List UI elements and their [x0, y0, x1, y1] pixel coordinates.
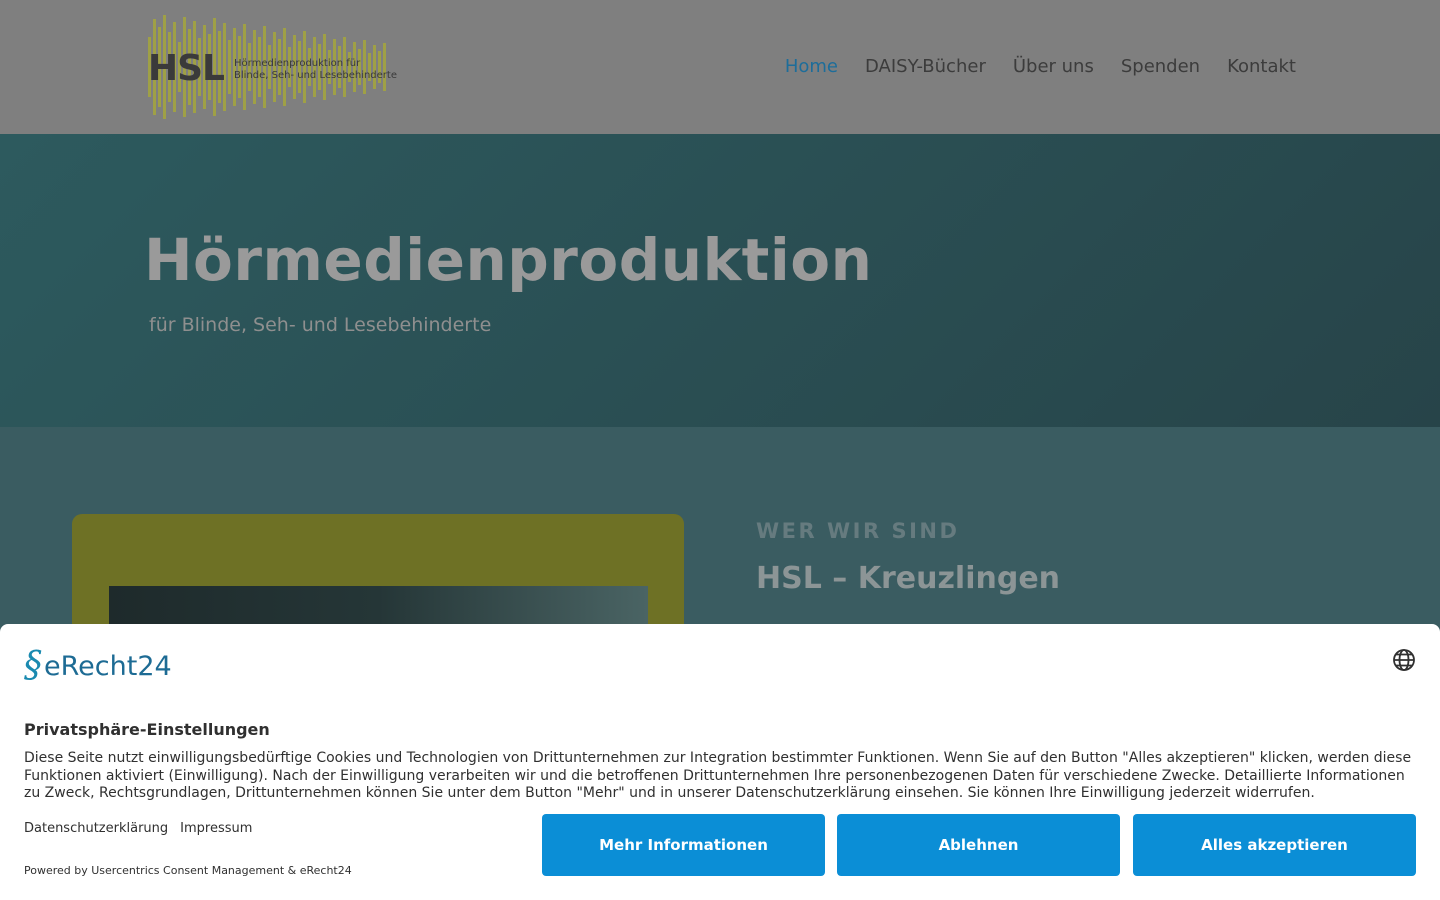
- nav-item-kontakt[interactable]: Kontakt: [1227, 56, 1296, 77]
- nav-item-home[interactable]: Home: [785, 56, 838, 77]
- consent-title: Privatsphäre-Einstellungen: [24, 720, 270, 739]
- erecht24-brand: § eRecht24: [24, 648, 172, 684]
- cookie-consent-banner: § eRecht24 Privatsphäre-Einstellungen Di…: [0, 624, 1440, 900]
- hsl-logo[interactable]: HSL Hörmedienproduktion für Blinde, Seh-…: [148, 14, 398, 120]
- consent-text: Diese Seite nutzt einwilligungsbedürftig…: [24, 750, 1412, 801]
- nav-item-ueber-uns[interactable]: Über uns: [1013, 56, 1094, 77]
- erecht24-brand-name: eRecht24: [44, 650, 172, 682]
- more-info-button[interactable]: Mehr Informationen: [542, 814, 825, 876]
- nav-item-daisy-buecher[interactable]: DAISY-Bücher: [865, 56, 986, 77]
- section-title: HSL – Kreuzlingen: [756, 561, 1061, 596]
- nav-item-spenden[interactable]: Spenden: [1121, 56, 1200, 77]
- consent-links: Datenschutzerklärung Impressum: [24, 821, 252, 836]
- logo-tagline: Hörmedienproduktion für Blinde, Seh- und…: [234, 58, 404, 82]
- site-header: HSL Hörmedienproduktion für Blinde, Seh-…: [0, 0, 1440, 134]
- hero-subtitle: für Blinde, Seh- und Lesebehinderte: [149, 314, 492, 336]
- globe-icon[interactable]: [1392, 648, 1416, 672]
- logo-tagline-line2: Blinde, Seh- und Lesebehinderte: [234, 70, 397, 81]
- main-nav: Home DAISY-Bücher Über uns Spenden Konta…: [785, 56, 1296, 77]
- deny-button[interactable]: Ablehnen: [837, 814, 1120, 876]
- accept-all-button[interactable]: Alles akzeptieren: [1133, 814, 1416, 876]
- imprint-link[interactable]: Impressum: [180, 821, 252, 836]
- erecht24-logo-icon: §: [24, 645, 42, 686]
- privacy-policy-link[interactable]: Datenschutzerklärung: [24, 821, 168, 836]
- logo-tagline-line1: Hörmedienproduktion für: [234, 58, 361, 69]
- hero-title: Hörmedienproduktion: [144, 226, 873, 294]
- section-kicker: WER WIR SIND: [756, 519, 960, 543]
- powered-by-text: Powered by Usercentrics Consent Manageme…: [24, 864, 352, 877]
- logo-brand: HSL: [148, 48, 225, 89]
- hero-section: Hörmedienproduktion für Blinde, Seh- und…: [0, 134, 1440, 427]
